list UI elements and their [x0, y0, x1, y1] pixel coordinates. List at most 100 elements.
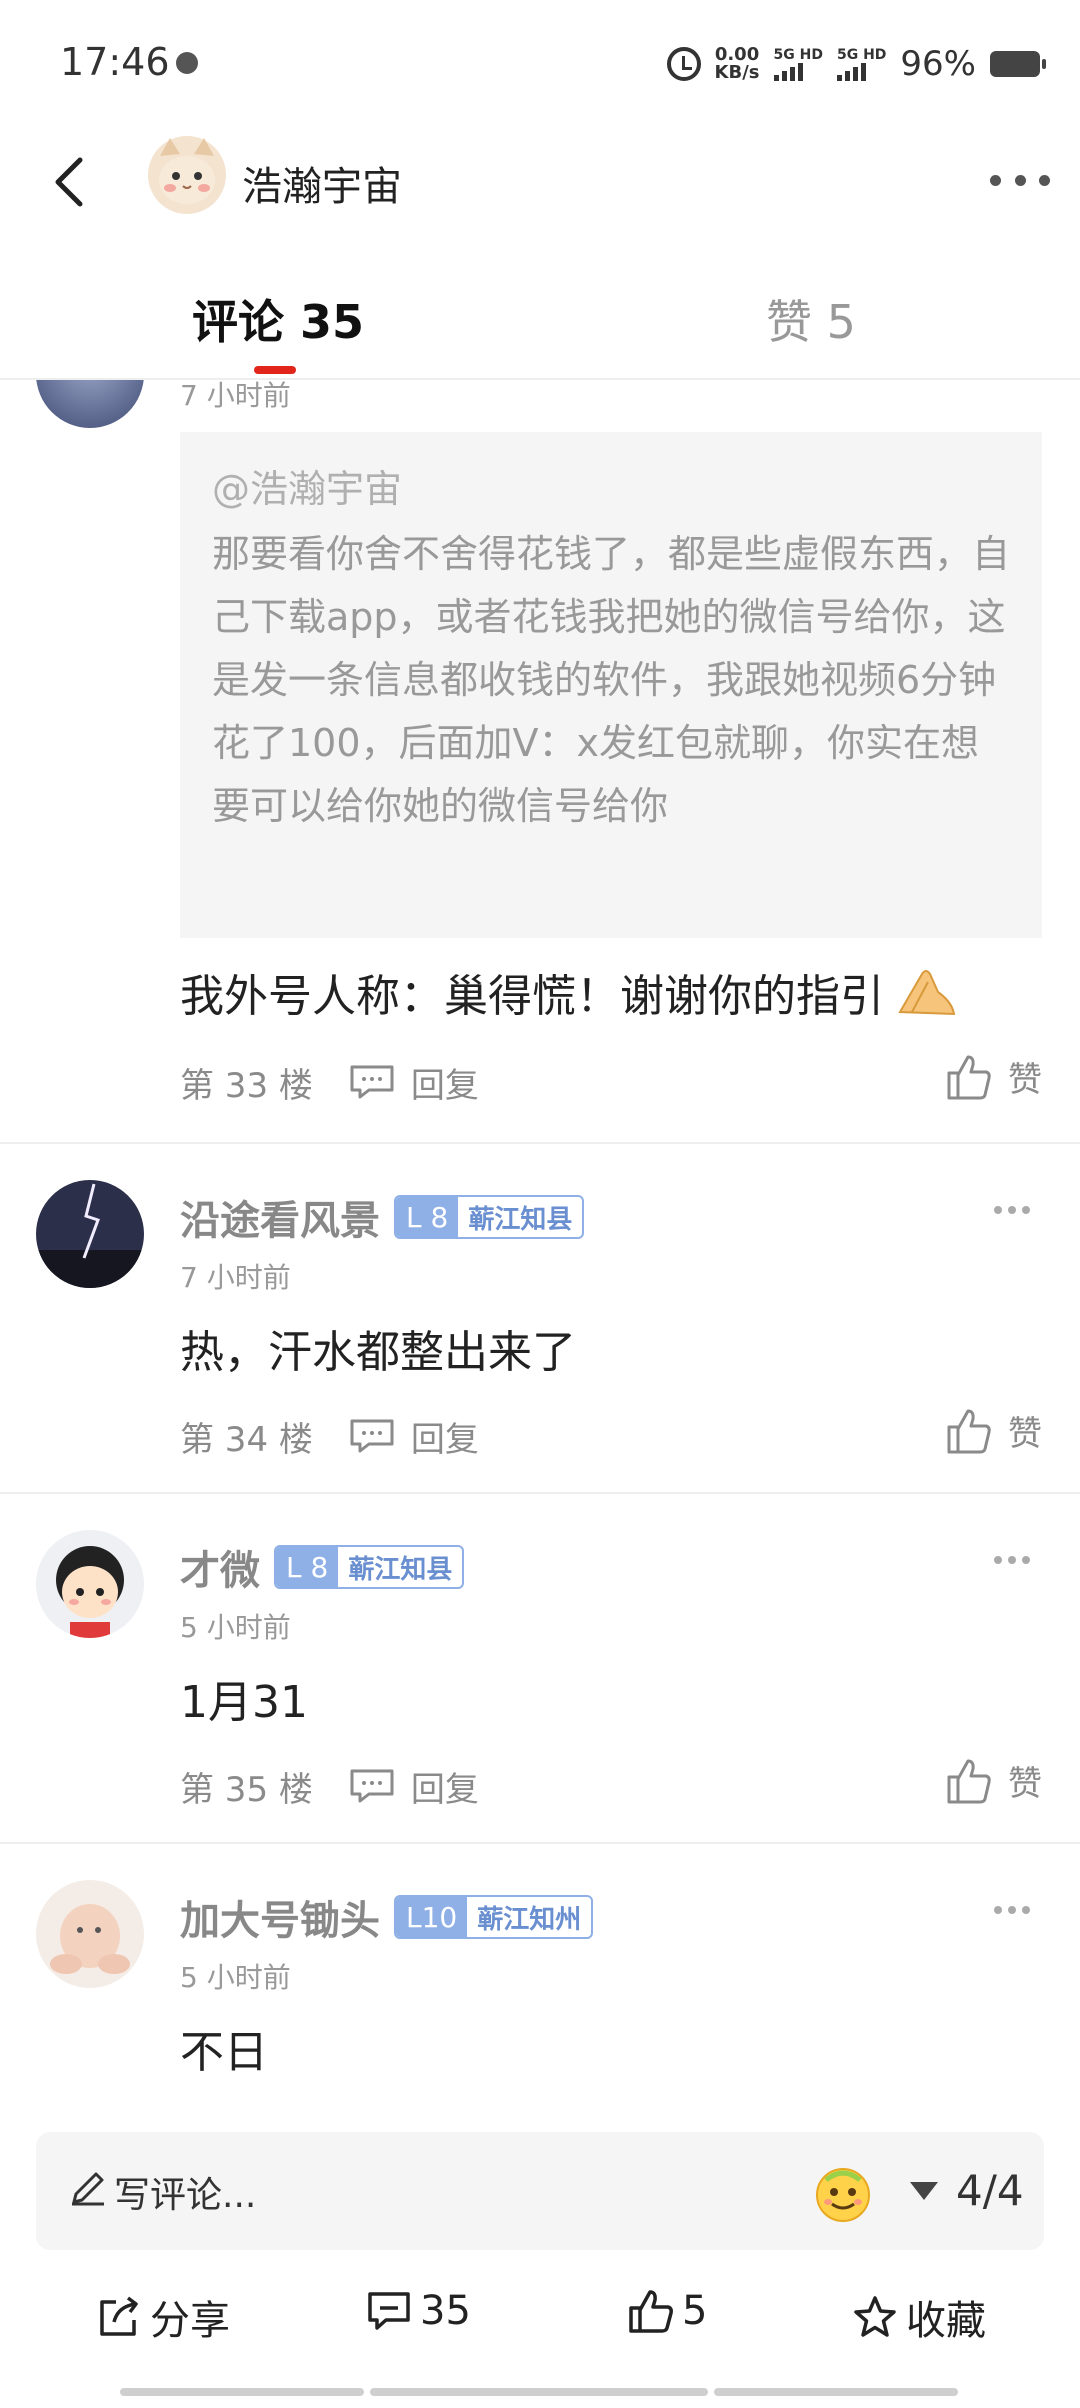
sim2-signal: 5G HD [836, 47, 887, 81]
comment-header: 加大号锄头 L10 蕲江知州 [180, 1888, 594, 1946]
like-count: 5 [682, 2288, 708, 2334]
commenter-name[interactable]: 沿途看风景 [180, 1188, 380, 1246]
comment-header: 沿途看风景 L 8 蕲江知县 [180, 1188, 585, 1246]
reply-label: 回复 [410, 1419, 479, 1460]
share-button[interactable]: 分享 [96, 2288, 230, 2346]
commenter-name[interactable]: 才微 [180, 1538, 260, 1596]
net-speed: 0.00 KB/s [715, 46, 760, 82]
comment-count: 35 [420, 2288, 471, 2334]
avatar[interactable] [36, 380, 144, 428]
comment-input[interactable]: 写评论... 4/4 [36, 2132, 1044, 2250]
level-title: 蕲江知县 [468, 1204, 573, 1235]
emoji-icon[interactable] [812, 2162, 874, 2224]
status-icons: 0.00 KB/s 5G HD 5G HD 96% [666, 40, 1046, 88]
comment-bubble-icon [350, 1065, 394, 1099]
floor-number: 第 34 楼 [180, 1419, 313, 1460]
quoted-comment[interactable]: @浩瀚宇宙 那要看你舍不舍得花钱了，都是些虚假东西，自己下载app，或者花钱我把… [180, 432, 1042, 938]
level-number: L 8 [396, 1197, 459, 1237]
floor-number: 第 33 楼 [180, 1065, 313, 1106]
reply-label: 回复 [410, 1769, 479, 1810]
comment-actions: 第 34 楼 回复 赞 [180, 1406, 1042, 1466]
level-badge: L 8 蕲江知县 [274, 1545, 465, 1589]
signal-bars-icon [773, 63, 803, 81]
page-title[interactable]: 浩瀚宇宙 [242, 154, 402, 212]
alarm-icon [666, 47, 701, 81]
level-badge: L10 蕲江知州 [394, 1895, 594, 1939]
commenter-name[interactable]: 加大号锄头 [180, 1888, 380, 1946]
sim1-signal: 5G HD [773, 47, 823, 81]
notification-dot-icon [176, 52, 198, 74]
author-avatar[interactable] [148, 136, 226, 214]
reply-button[interactable]: 回复 [349, 1762, 479, 1811]
net-speed-unit: KB/s [714, 62, 760, 83]
battery-percent: 96% [900, 44, 976, 84]
favorite-label: 收藏 [906, 2298, 986, 2344]
level-number: L 8 [276, 1547, 339, 1587]
avatar[interactable] [36, 1530, 144, 1638]
comment-tabs: 评论 35 赞 5 [0, 270, 1080, 380]
pencil-icon [72, 2172, 104, 2206]
share-label: 分享 [150, 2298, 230, 2344]
comment-time: 5 小时前 [180, 1961, 291, 1994]
star-icon [854, 2296, 896, 2337]
like-button[interactable]: 赞 [946, 1406, 1042, 1455]
sim1-label: 5G HD [773, 47, 823, 63]
quoted-user[interactable]: @浩瀚宇宙 [212, 458, 1010, 513]
pray-hands-emoji-icon [898, 970, 956, 1016]
reply-label: 回复 [410, 1065, 479, 1106]
avatar[interactable] [36, 1180, 144, 1288]
comment-item[interactable]: 加大号锄头 L10 蕲江知州 5 小时前 不日 [0, 1844, 1080, 2100]
comment-text-content: 我外号人称：巢得慌！谢谢你的指引 [180, 971, 884, 1022]
like-button[interactable]: 赞 [946, 1756, 1042, 1805]
tab-comments[interactable]: 评论 35 [192, 286, 364, 352]
reply-button[interactable]: 回复 [349, 1058, 479, 1107]
thumbs-up-icon [947, 1409, 991, 1453]
avatar[interactable] [36, 1880, 144, 1988]
action-toolbar: 分享 35 5 收藏 [0, 2270, 1080, 2360]
like-label: 赞 [1008, 1414, 1042, 1454]
comment-more-icon[interactable] [994, 1906, 1030, 1916]
comment-bubble-icon [350, 1419, 394, 1453]
battery-icon [990, 51, 1046, 77]
comment-input-placeholder[interactable]: 写评论... [114, 2166, 256, 2218]
comment-text: 我外号人称：巢得慌！谢谢你的指引 [180, 960, 962, 1024]
back-arrow-icon[interactable] [42, 152, 102, 212]
like-button[interactable]: 赞 [946, 1052, 1042, 1101]
comment-item[interactable]: 才微 L 8 蕲江知县 5 小时前 1月31 第 35 楼 回复 赞 [0, 1494, 1080, 1844]
sim2-label: 5G HD [836, 47, 887, 63]
active-tab-indicator [254, 366, 296, 374]
comment-list[interactable]: 7 小时前 @浩瀚宇宙 那要看你舍不舍得花钱了，都是些虚假东西，自己下载app，… [0, 380, 1080, 2100]
like-button[interactable]: 5 [628, 2288, 707, 2334]
like-label: 赞 [1008, 1060, 1042, 1100]
reply-button[interactable]: 回复 [349, 1412, 479, 1461]
level-title: 蕲江知州 [477, 1904, 582, 1935]
tab-likes[interactable]: 赞 5 [766, 286, 856, 352]
comment-time: 7 小时前 [180, 1261, 291, 1294]
thumbs-up-icon [947, 1759, 991, 1803]
comment-text: 热，汗水都整出来了 [180, 1327, 576, 1378]
page-indicator[interactable]: 4/4 [956, 2166, 1024, 2215]
like-label: 赞 [1008, 1764, 1042, 1804]
comment-bubble-icon [350, 1769, 394, 1803]
comment-more-icon[interactable] [994, 1206, 1030, 1216]
more-options-icon[interactable] [990, 160, 1050, 200]
status-bar: 17:46 0.00 KB/s 5G HD 5G HD 96% [0, 0, 1080, 130]
scroll-indicator [714, 2388, 958, 2396]
comment-bubble-icon [368, 2292, 410, 2330]
share-icon [100, 2296, 138, 2336]
scroll-indicator [370, 2388, 708, 2396]
signal-bars-icon [836, 63, 866, 81]
bottom-bar: 写评论... 4/4 分享 35 5 收藏 [0, 2100, 1080, 2408]
comment-text: 不日 [180, 2027, 268, 2078]
comments-button[interactable]: 35 [366, 2288, 471, 2334]
favorite-button[interactable]: 收藏 [852, 2288, 986, 2346]
chevron-down-icon[interactable] [910, 2182, 938, 2200]
comment-actions: 第 35 楼 回复 赞 [180, 1756, 1042, 1816]
comment-header: 才微 L 8 蕲江知县 [180, 1538, 465, 1596]
thumbs-up-icon [629, 2290, 673, 2333]
scroll-indicator [120, 2388, 364, 2396]
comment-more-icon[interactable] [994, 1556, 1030, 1566]
comment-item[interactable]: 沿途看风景 L 8 蕲江知县 7 小时前 热，汗水都整出来了 第 34 楼 回复 [0, 1144, 1080, 1494]
thumbs-up-icon [947, 1055, 991, 1099]
floor-number: 第 35 楼 [180, 1769, 313, 1810]
